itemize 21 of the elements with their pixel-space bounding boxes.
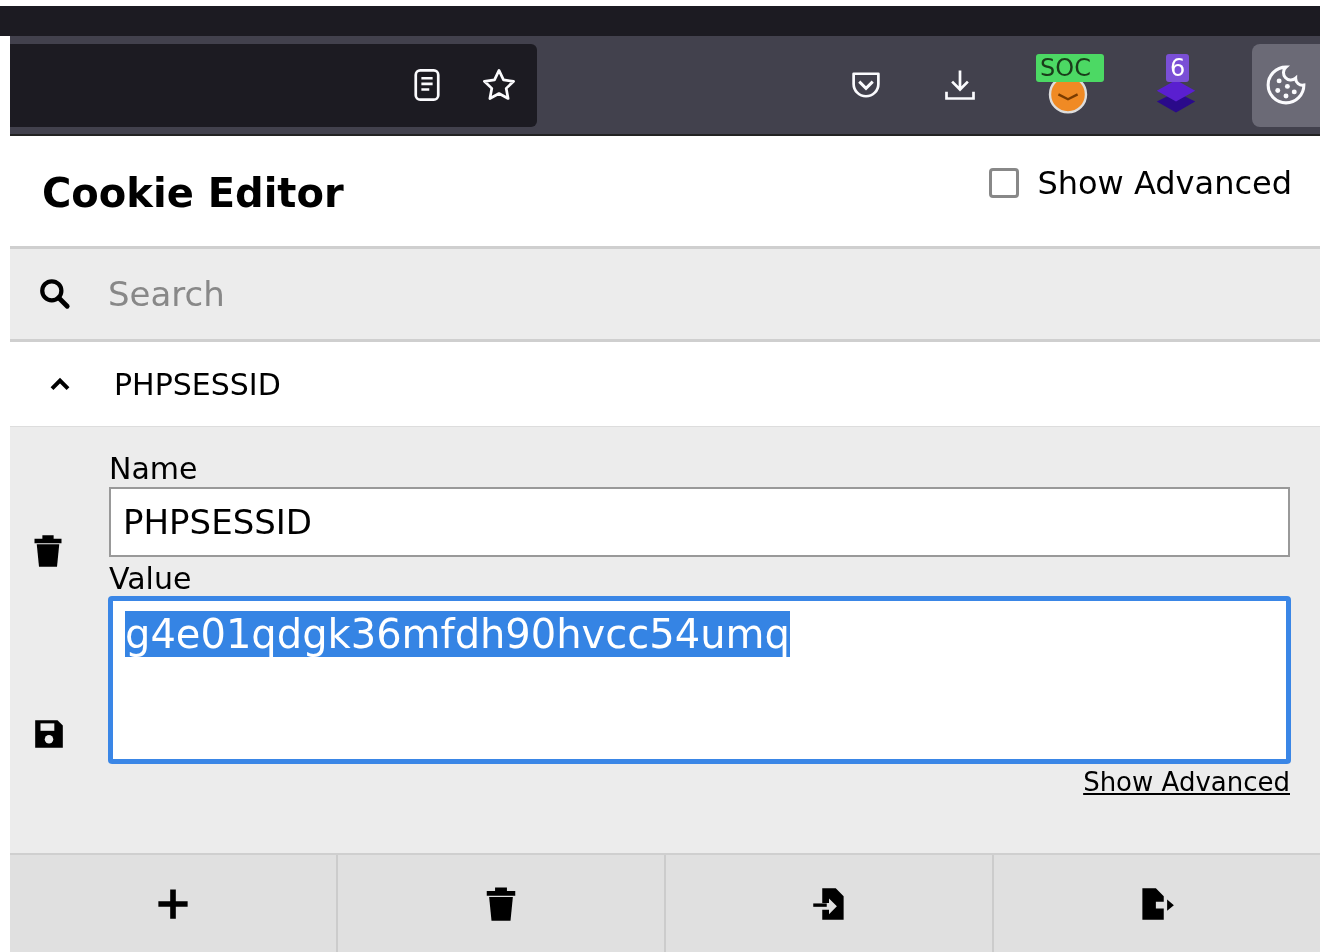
cookie-editor-button[interactable]: [1252, 43, 1320, 127]
download-icon[interactable]: [942, 67, 978, 103]
show-advanced-checkbox[interactable]: [989, 168, 1020, 198]
extension-button[interactable]: 6: [1144, 50, 1214, 120]
chevron-icon: [48, 376, 72, 392]
trash-icon[interactable]: [32, 533, 64, 569]
extension-button[interactable]: SOC: [1036, 50, 1106, 120]
show-advanced-link[interactable]: Show Advanced: [1083, 767, 1290, 797]
count-badge: 6: [1166, 54, 1190, 82]
extension-badge: SOC: [1036, 54, 1104, 82]
field-label: Name: [109, 451, 198, 487]
value-field[interactable]: g4e01qdgk36mfdh90hvcc54umq: [109, 597, 1290, 763]
star-icon[interactable]: [481, 67, 517, 103]
name-field[interactable]: PHPSESSID: [109, 487, 1290, 557]
field-label: Value: [109, 561, 192, 597]
search-field[interactable]: Search: [10, 249, 1320, 342]
cookie-icon: [1264, 63, 1308, 107]
cookie-name: PHPSESSID: [114, 366, 281, 402]
save-icon[interactable]: [32, 717, 66, 751]
checkbox-label[interactable]: Show Advanced: [1037, 164, 1292, 202]
panel-title: Cookie Editor: [42, 170, 344, 216]
